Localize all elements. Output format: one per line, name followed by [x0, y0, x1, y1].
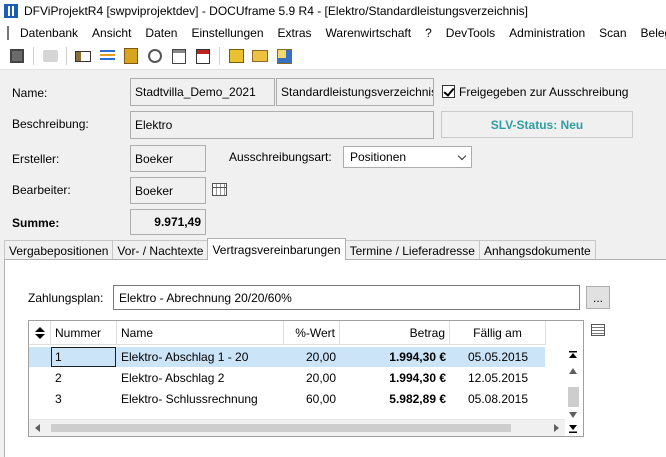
open-folder-icon[interactable] [250, 46, 270, 66]
creator-field[interactable]: Boeker [130, 145, 206, 172]
toolbar-separator [33, 47, 34, 65]
horizontal-scroll-thumb[interactable] [51, 424, 511, 432]
toolbar-separator [219, 47, 220, 65]
row-3-faellig[interactable]: 05.08.2015 [450, 389, 546, 408]
row-2-nummer[interactable]: 2 [51, 368, 66, 387]
payment-plan-label: Zahlungsplan: [28, 291, 104, 305]
notes-icon[interactable] [169, 46, 189, 66]
attachment-icon[interactable] [145, 46, 165, 66]
tab-vor-nachtexte[interactable]: Vor- / Nachtexte [112, 240, 209, 260]
row-2-wert[interactable]: 20,00 [284, 368, 340, 387]
menu-daten[interactable]: Daten [138, 26, 184, 40]
scroll-down-icon[interactable] [569, 411, 577, 419]
menu-administration[interactable]: Administration [502, 26, 592, 40]
row-1-nummer[interactable]: 1 [51, 347, 66, 366]
address-card-icon[interactable] [73, 46, 93, 66]
print-icon[interactable] [40, 46, 60, 66]
name-label: Name: [12, 86, 48, 100]
toolbar [0, 43, 666, 70]
column-header-faellig[interactable]: Fällig am [450, 321, 546, 345]
scroll-up-icon[interactable] [569, 367, 577, 375]
tender-type-label: Ausschreibungsart: [229, 150, 332, 164]
tab-strip: Vergabepositionen Vor- / Nachtexte Vertr… [0, 238, 666, 260]
payment-table: Nummer Name %-Wert Betrag Fällig am 1 El… [28, 320, 584, 437]
menu-extras[interactable]: Extras [271, 26, 319, 40]
vertical-scroll-thumb[interactable] [568, 387, 579, 407]
scroll-right-icon[interactable] [554, 424, 559, 432]
creator-label: Ersteller: [12, 152, 60, 166]
row-2-betrag[interactable]: 1.994,30 € [340, 368, 450, 387]
released-checkbox[interactable] [442, 85, 455, 98]
save-icon[interactable] [7, 46, 27, 66]
tab-anhangsdokumente[interactable]: Anhangsdokumente [478, 240, 596, 260]
editor-field[interactable]: Boeker [130, 177, 206, 204]
tab-vergabepositionen[interactable]: Vergabepositionen [4, 240, 114, 260]
column-header-nummer[interactable]: Nummer [51, 321, 117, 345]
menu-help[interactable]: ? [418, 26, 439, 40]
row-1-wert[interactable]: 20,00 [284, 347, 340, 366]
menu-beleg[interactable]: Beleg [634, 26, 666, 40]
row-1-betrag[interactable]: 1.994,30 € [340, 347, 450, 366]
column-header-wert[interactable]: %-Wert [284, 321, 340, 345]
folder-icon[interactable] [121, 46, 141, 66]
new-document-icon[interactable] [226, 46, 246, 66]
browse-button[interactable]: ... [586, 286, 610, 309]
payment-plan-input[interactable]: Elektro - Abrechnung 20/20/60% [113, 285, 580, 310]
tab-termine-lieferadresse[interactable]: Termine / Lieferadresse [344, 240, 480, 260]
row-2-name[interactable]: Elektro- Abschlag 2 [117, 368, 228, 387]
grid-settings-icon[interactable] [591, 324, 605, 336]
vertical-scrollbar[interactable] [565, 347, 582, 435]
description-label: Beschreibung: [12, 117, 89, 131]
name-field[interactable]: Stadtvilla_Demo_2021 [130, 78, 275, 106]
export-icon[interactable] [274, 46, 294, 66]
row-3-betrag[interactable]: 5.982,89 € [340, 389, 450, 408]
row-3-wert[interactable]: 60,00 [284, 389, 340, 408]
scroll-bottom-icon[interactable] [569, 425, 577, 433]
menu-datenbank[interactable]: Datenbank [13, 26, 85, 40]
tab-vertragsvereinbarungen[interactable]: Vertragsvereinbarungen [207, 238, 346, 260]
menu-einstellungen[interactable]: Einstellungen [184, 26, 270, 40]
window-title: DFViProjektR4 [swpviprojektdev] - DOCUfr… [24, 4, 528, 18]
description-field[interactable]: Elektro [130, 111, 434, 139]
column-header-betrag[interactable]: Betrag [340, 321, 450, 345]
scroll-left-icon[interactable] [35, 424, 40, 432]
menu-devtools[interactable]: DevTools [439, 26, 502, 40]
type-field[interactable]: Standardleistungsverzeichnis [276, 78, 434, 106]
horizontal-scrollbar[interactable] [29, 419, 565, 436]
menu-warenwirtschaft[interactable]: Warenwirtschaft [319, 26, 419, 40]
menu-ansicht[interactable]: Ansicht [85, 26, 138, 40]
chevron-down-icon [457, 151, 467, 161]
row-3-name[interactable]: Elektro- Schlussrechnung [117, 389, 262, 408]
slv-status-badge: SLV-Status: Neu [441, 111, 633, 138]
tender-type-select[interactable]: Positionen [343, 146, 472, 168]
sum-field: 9.971,49 [130, 209, 206, 235]
sort-icon[interactable] [29, 321, 51, 345]
menu-scan[interactable]: Scan [592, 26, 633, 40]
calendar-icon[interactable] [193, 46, 213, 66]
title-bar: DFViProjektR4 [swpviprojektdev] - DOCUfr… [0, 0, 666, 22]
list-icon[interactable] [97, 46, 117, 66]
date-picker-icon[interactable] [212, 183, 227, 196]
menu-bar: Datenbank Ansicht Daten Einstellungen Ex… [0, 22, 666, 43]
column-header-name[interactable]: Name [117, 321, 284, 345]
sum-label: Summe: [12, 216, 60, 230]
row-3-nummer[interactable]: 3 [51, 389, 66, 408]
released-label: Freigegeben zur Ausschreibung [459, 85, 629, 99]
app-icon [4, 4, 18, 18]
scroll-top-icon[interactable] [569, 351, 577, 359]
row-2-faellig[interactable]: 12.05.2015 [450, 368, 546, 387]
editor-label: Bearbeiter: [12, 183, 71, 197]
document-icon[interactable] [7, 25, 9, 40]
row-1-faellig[interactable]: 05.05.2015 [450, 347, 546, 366]
tender-type-value: Positionen [350, 150, 407, 164]
toolbar-separator [66, 47, 67, 65]
row-1-name[interactable]: Elektro- Abschlag 1 - 20 [117, 347, 252, 366]
